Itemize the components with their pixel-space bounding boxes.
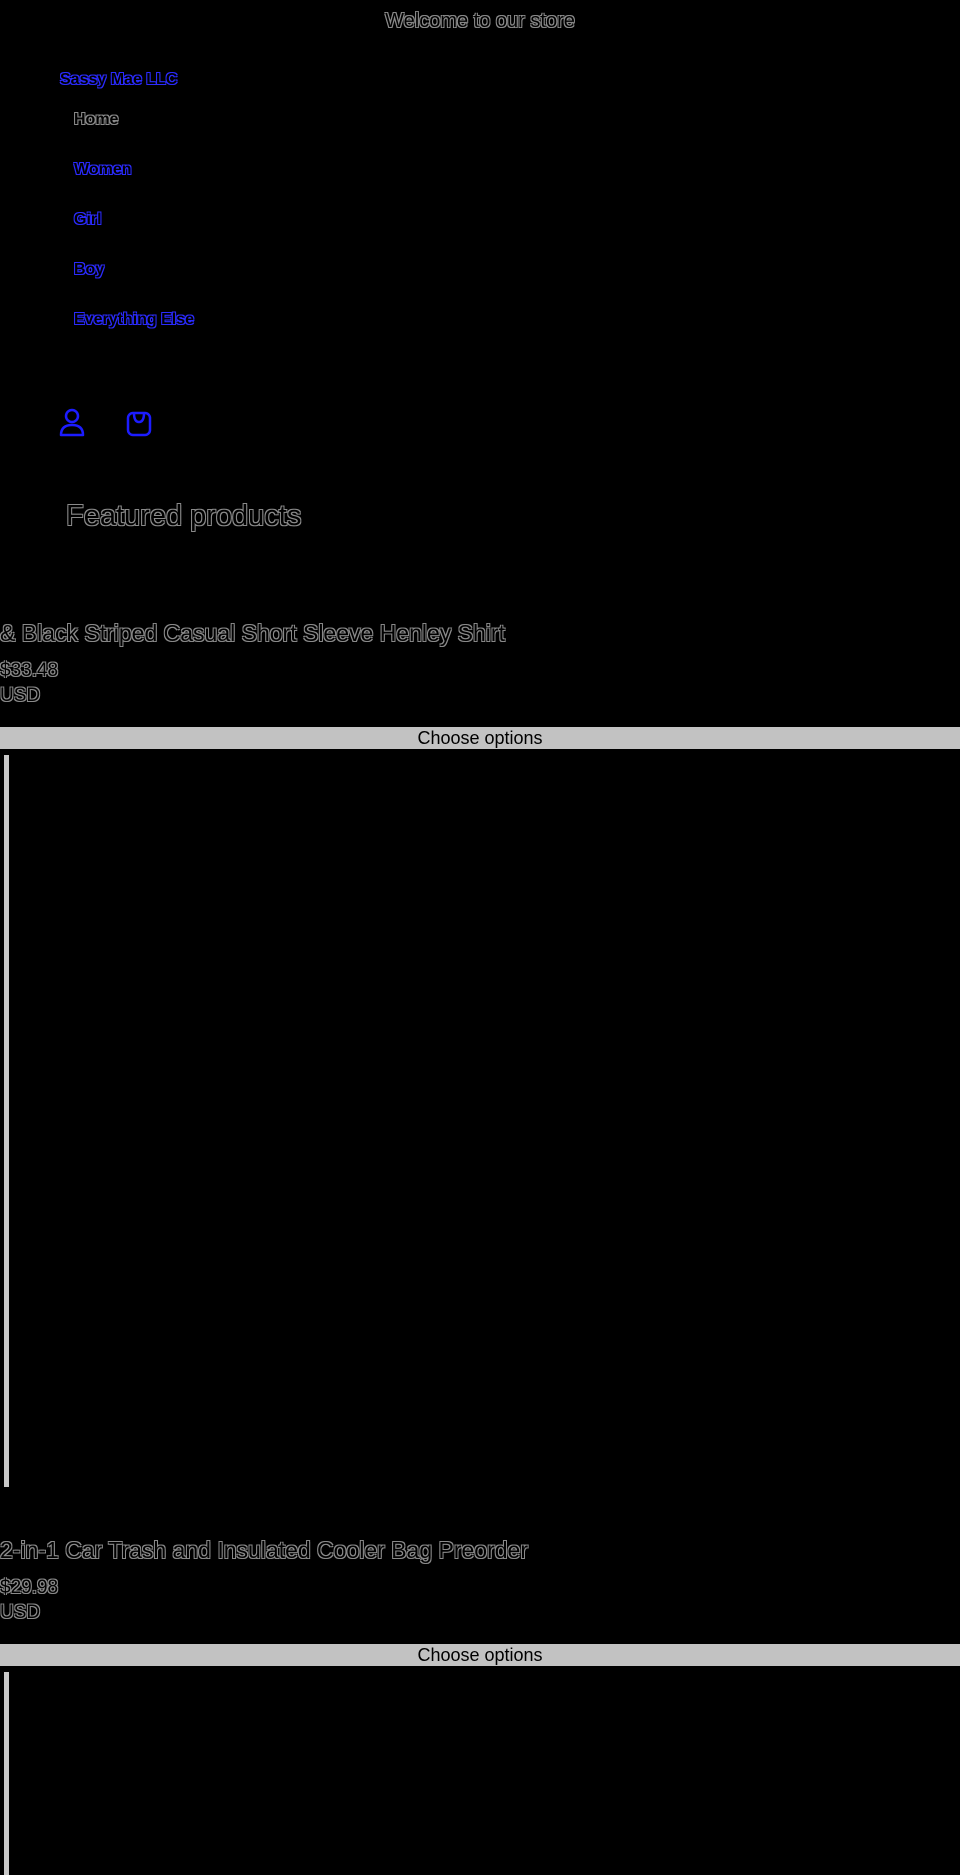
choose-options-button[interactable]: Choose options [0,727,960,749]
store-logo-link[interactable]: Sassy Mae LLC [60,71,177,89]
nav-link-girl[interactable]: Girl [74,211,102,228]
product-image-placeholder[interactable] [4,755,11,1487]
announcement-text: Welcome to our store [385,10,575,32]
main-nav: Home Women Girl Boy Everything Else [74,111,194,361]
nav-link-women[interactable]: Women [74,161,131,178]
account-icon[interactable] [58,408,86,438]
product-image-placeholder[interactable] [4,1672,11,1875]
featured-products-title: Featured products [66,500,302,532]
nav-item-everything-else[interactable]: Everything Else [74,311,194,361]
product-price-currency: USD [0,685,41,706]
nav-item-women[interactable]: Women [74,161,194,211]
nav-item-boy[interactable]: Boy [74,261,194,311]
nav-link-home[interactable]: Home [74,111,118,128]
product-price: $29.98 USD [0,1575,80,1625]
product-title-link[interactable]: 2-in-1 Car Trash and Insulated Cooler Ba… [0,1537,528,1564]
nav-link-boy[interactable]: Boy [74,261,104,278]
choose-options-button[interactable]: Choose options [0,1644,960,1666]
nav-item-home[interactable]: Home [74,111,194,161]
product-price-currency: USD [0,1602,41,1623]
cart-icon[interactable] [125,408,153,438]
nav-link-everything-else[interactable]: Everything Else [74,311,194,328]
product-price-amount: $33.48 [0,660,59,681]
product-title-link[interactable]: & Black Striped Casual Short Sleeve Henl… [0,620,505,647]
product-price-amount: $29.98 [0,1577,59,1598]
nav-item-girl[interactable]: Girl [74,211,194,261]
product-price: $33.48 USD [0,658,80,708]
